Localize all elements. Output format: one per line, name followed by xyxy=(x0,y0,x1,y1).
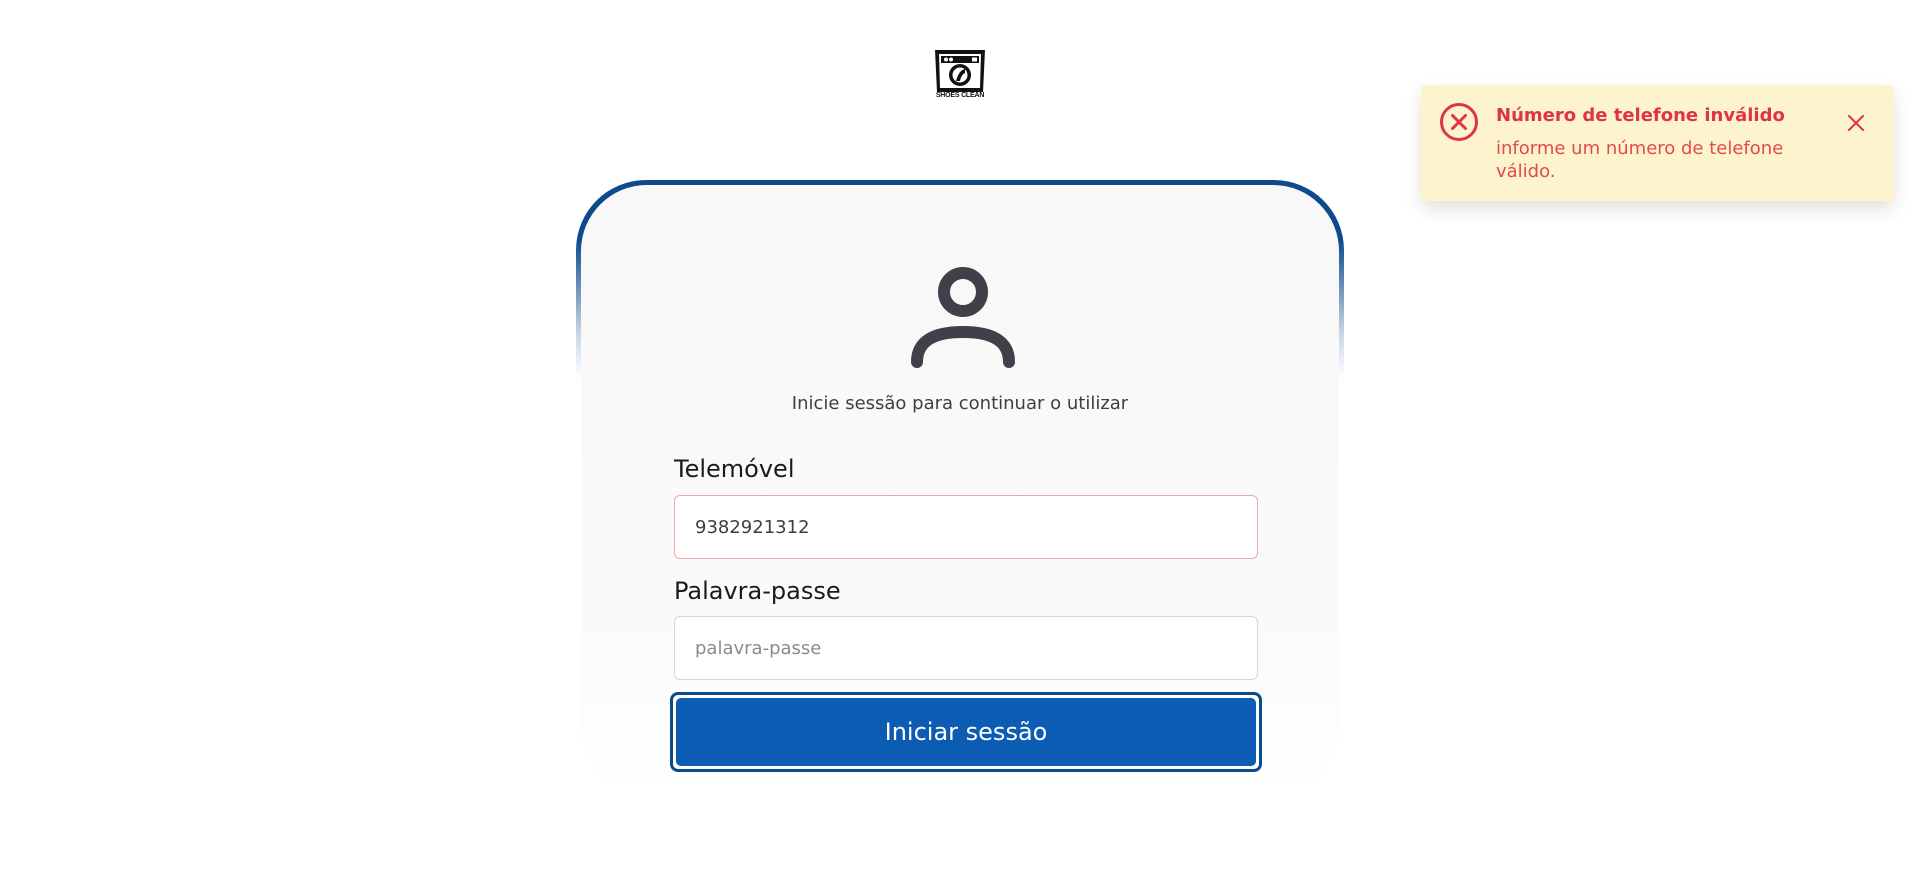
phone-input[interactable]: 9382921312 xyxy=(674,495,1258,559)
login-button[interactable]: Iniciar sessão xyxy=(676,698,1256,766)
password-label: Palavra-passe xyxy=(674,577,841,605)
washing-machine-logo-icon xyxy=(935,50,985,92)
password-input[interactable]: palavra-passe xyxy=(674,616,1258,680)
error-toast: Número de telefone inválido informe um n… xyxy=(1421,85,1894,201)
toast-title: Número de telefone inválido xyxy=(1496,105,1785,126)
toast-message: informe um número de telefone válido. xyxy=(1496,138,1784,182)
login-page: SHOES CLEAN Inicie sessão para continuar… xyxy=(0,0,1919,893)
phone-input-value: 9382921312 xyxy=(695,516,810,538)
error-circle-icon xyxy=(1440,103,1478,141)
logo-text: SHOES CLEAN xyxy=(935,92,985,99)
shoes-clean-logo: SHOES CLEAN xyxy=(932,48,988,108)
close-icon[interactable] xyxy=(1844,111,1868,135)
phone-label: Telemóvel xyxy=(674,455,795,483)
login-card: Inicie sessão para continuar o utilizar … xyxy=(581,185,1339,795)
login-subtitle: Inicie sessão para continuar o utilizar xyxy=(791,393,1129,414)
login-card-border: Inicie sessão para continuar o utilizar … xyxy=(576,180,1344,800)
user-icon xyxy=(911,267,1015,368)
login-button-focus-ring: Iniciar sessão xyxy=(670,692,1262,772)
password-placeholder: palavra-passe xyxy=(695,637,822,659)
